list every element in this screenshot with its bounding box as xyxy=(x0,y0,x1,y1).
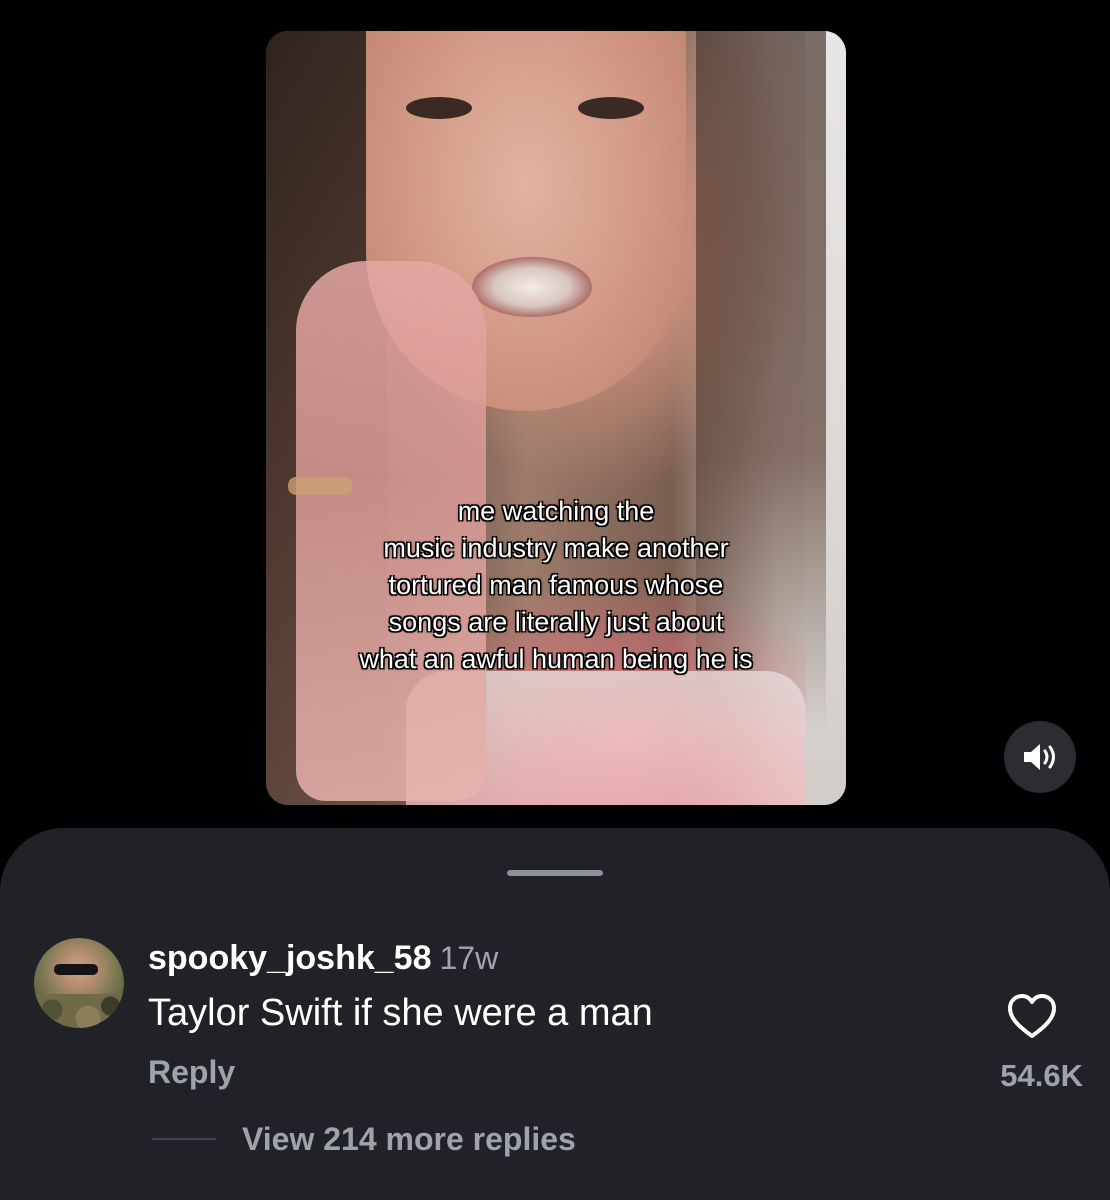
caption-line: tortured man famous whose xyxy=(388,570,724,600)
app-screen: me watching the music industry make anot… xyxy=(0,0,1110,1200)
caption-line: me watching the xyxy=(457,496,655,526)
comment-text: Taylor Swift if she were a man xyxy=(148,992,653,1034)
comment-author[interactable]: spooky_joshk_58 17w xyxy=(148,938,498,978)
replies-divider xyxy=(152,1138,216,1140)
video-eye-right xyxy=(578,97,644,119)
caption-line: what an awful human being he is xyxy=(359,644,753,674)
sound-toggle-button[interactable] xyxy=(1004,721,1076,793)
caption-line: songs are literally just about xyxy=(388,607,724,637)
like-count: 54.6K xyxy=(1000,1058,1083,1093)
reply-button[interactable]: Reply xyxy=(148,1053,235,1091)
avatar-sunglasses xyxy=(54,964,98,975)
like-button[interactable] xyxy=(1006,992,1058,1040)
comment-timestamp: 17w xyxy=(439,940,499,976)
view-more-replies-button[interactable]: View 214 more replies xyxy=(242,1120,576,1158)
caption-line: music industry make another xyxy=(383,533,729,563)
comments-sheet: spooky_joshk_58 17w Taylor Swift if she w… xyxy=(0,828,1110,1200)
video-mouth xyxy=(472,257,592,317)
video-eye-left xyxy=(406,97,472,119)
avatar[interactable] xyxy=(34,938,124,1028)
comment-username[interactable]: spooky_joshk_58 xyxy=(148,939,431,977)
video-caption: me watching the music industry make anot… xyxy=(266,493,846,678)
heart-outline-icon xyxy=(1008,994,1056,1038)
sheet-drag-handle[interactable] xyxy=(507,870,603,876)
speaker-volume-icon xyxy=(1024,744,1055,770)
video-player[interactable]: me watching the music industry make anot… xyxy=(266,31,846,805)
avatar-uniform xyxy=(34,994,124,1028)
